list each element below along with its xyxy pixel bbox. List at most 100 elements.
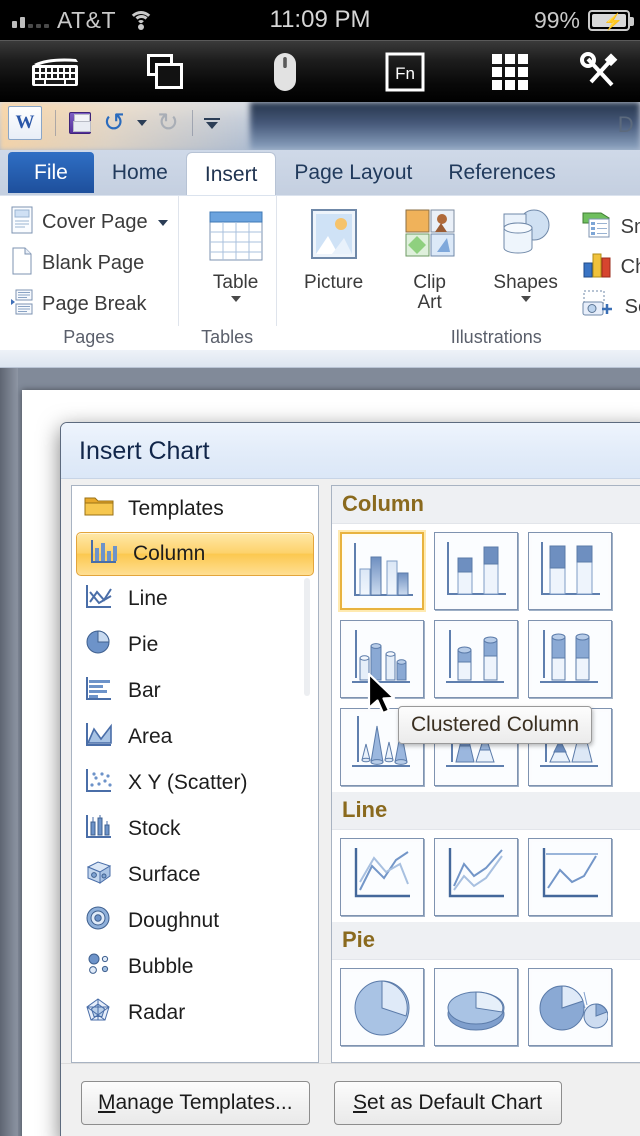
chart-gallery[interactable]: Column Line Pie bbox=[331, 485, 640, 1063]
chart-type-stock[interactable]: Stock bbox=[72, 806, 318, 852]
chart-thumb-100-stacked-line[interactable] bbox=[528, 838, 612, 916]
chart-thumb-stacked-column[interactable] bbox=[434, 532, 518, 610]
line-chart-icon bbox=[84, 583, 114, 615]
chart-type-label: Doughnut bbox=[128, 909, 220, 932]
clip-art-label: Clip Art bbox=[413, 272, 446, 313]
cover-page-label: Cover Page bbox=[42, 211, 148, 233]
gallery-row bbox=[332, 960, 640, 1048]
chart-type-pie[interactable]: Pie bbox=[72, 622, 318, 668]
tools-icon[interactable] bbox=[560, 51, 640, 92]
cover-page-button[interactable]: Cover Page bbox=[10, 202, 168, 243]
set-as-default-chart-button[interactable]: Set as Default Chart bbox=[333, 1080, 562, 1125]
gallery-row bbox=[332, 524, 640, 612]
page-break-label: Page Break bbox=[42, 293, 147, 315]
customize-qat-icon[interactable] bbox=[200, 106, 224, 140]
type-list-scrollbar[interactable] bbox=[304, 578, 310, 696]
chart-thumb-pie-of-pie[interactable] bbox=[528, 968, 612, 1046]
blank-page-icon bbox=[10, 247, 34, 281]
divider bbox=[55, 110, 56, 136]
chart-type-templates[interactable]: Templates bbox=[72, 486, 318, 532]
radar-chart-icon bbox=[84, 997, 114, 1029]
chart-thumb-100-stacked-cylinder[interactable] bbox=[528, 620, 612, 698]
group-label-illustrations: Illustrations bbox=[450, 327, 542, 347]
gallery-heading-line: Line bbox=[332, 792, 640, 830]
chart-label: Chart bbox=[620, 255, 640, 278]
chart-thumb-pie[interactable] bbox=[340, 968, 424, 1046]
tab-page-layout[interactable]: Page Layout bbox=[276, 150, 430, 196]
chevron-down-icon[interactable] bbox=[520, 295, 531, 302]
chart-type-surface[interactable]: Surface bbox=[72, 852, 318, 898]
table-icon bbox=[208, 210, 264, 268]
chart-type-label: Line bbox=[128, 587, 168, 610]
chart-thumb-stacked-line[interactable] bbox=[434, 838, 518, 916]
picture-button[interactable]: Picture bbox=[287, 208, 381, 293]
chart-thumb-100-stacked-column[interactable] bbox=[528, 532, 612, 610]
save-button[interactable] bbox=[63, 106, 97, 140]
gallery-row bbox=[332, 830, 640, 918]
chart-type-label: Area bbox=[128, 725, 173, 748]
chart-type-label: Pie bbox=[128, 633, 159, 656]
picture-label: Picture bbox=[304, 272, 364, 293]
divider-2 bbox=[192, 110, 193, 136]
bubble-chart-icon bbox=[84, 951, 114, 983]
chart-thumb-clustered-column[interactable] bbox=[340, 532, 424, 610]
chart-button[interactable]: Chart bbox=[581, 248, 640, 286]
document-title: D bbox=[617, 112, 634, 137]
chart-type-area[interactable]: Area bbox=[72, 714, 318, 760]
svg-text:Fn: Fn bbox=[395, 64, 415, 83]
stock-chart-icon bbox=[84, 813, 114, 845]
chart-type-column[interactable]: Column bbox=[76, 532, 314, 576]
word-logo-icon: W bbox=[8, 106, 42, 140]
chart-thumb-line[interactable] bbox=[340, 838, 424, 916]
chart-type-doughnut[interactable]: Doughnut bbox=[72, 898, 318, 944]
screenshot-button[interactable]: Screenshot bbox=[581, 288, 640, 326]
table-button[interactable]: Table bbox=[189, 210, 283, 302]
mouse-icon[interactable] bbox=[220, 50, 350, 94]
grid-icon[interactable] bbox=[460, 52, 560, 92]
redo-button[interactable]: ↻ bbox=[151, 106, 185, 140]
bar-chart-icon bbox=[84, 675, 114, 707]
chart-type-list[interactable]: Templates Column Line Pie Bar Area X Y (… bbox=[71, 485, 319, 1063]
quick-access-toolbar: W ↺ ↻ bbox=[8, 106, 224, 140]
clip-art-icon bbox=[402, 208, 458, 268]
picture-icon bbox=[306, 208, 362, 268]
chart-type-line[interactable]: Line bbox=[72, 576, 318, 622]
ribbon-group-tables: Table Tables bbox=[177, 196, 276, 347]
gallery-heading-column: Column bbox=[332, 486, 640, 524]
page-break-button[interactable]: Page Break bbox=[10, 284, 168, 325]
table-label: Table bbox=[212, 272, 259, 293]
windows-switch-icon[interactable] bbox=[110, 52, 220, 92]
undo-dropdown-icon[interactable] bbox=[131, 106, 151, 140]
chart-type-scatter[interactable]: X Y (Scatter) bbox=[72, 760, 318, 806]
chart-type-radar[interactable]: Radar bbox=[72, 990, 318, 1036]
chart-thumb-stacked-cylinder[interactable] bbox=[434, 620, 518, 698]
smartart-button[interactable]: SmartArt bbox=[581, 208, 640, 246]
blank-page-button[interactable]: Blank Page bbox=[10, 243, 168, 284]
keyboard-icon[interactable] bbox=[0, 55, 110, 89]
manage-templates-accel: M bbox=[98, 1090, 116, 1114]
undo-button[interactable]: ↺ bbox=[97, 106, 131, 140]
tab-references[interactable]: References bbox=[430, 150, 573, 196]
chevron-down-icon[interactable] bbox=[157, 219, 168, 226]
ribbon-group-illustrations: Picture Clip Art Shapes S C S Illustrati… bbox=[275, 196, 640, 347]
ribbon-group-pages: Cover Page Blank Page Page Break Pages bbox=[0, 196, 178, 347]
chart-thumb-pie-3d[interactable] bbox=[434, 968, 518, 1046]
tab-home[interactable]: Home bbox=[94, 150, 186, 196]
chart-type-bubble[interactable]: Bubble bbox=[72, 944, 318, 990]
ribbon: Cover Page Blank Page Page Break Pages T… bbox=[0, 195, 640, 350]
shapes-button[interactable]: Shapes bbox=[479, 208, 573, 302]
insert-chart-dialog: Insert Chart Templates Column Line Pie B… bbox=[60, 422, 640, 1136]
word-window: W ↺ ↻ D File Home Insert Page Layout Ref… bbox=[0, 102, 640, 1136]
chart-type-bar[interactable]: Bar bbox=[72, 668, 318, 714]
fn-icon[interactable]: Fn bbox=[350, 52, 460, 92]
clip-art-button[interactable]: Clip Art bbox=[383, 208, 477, 313]
dialog-body: Templates Column Line Pie Bar Area X Y (… bbox=[71, 485, 640, 1063]
screenshot-label: Screenshot bbox=[624, 295, 640, 318]
gallery-heading-pie: Pie bbox=[332, 922, 640, 960]
manage-templates-button[interactable]: Manage Templates... bbox=[81, 1080, 310, 1125]
manage-templates-label: anage Templates... bbox=[115, 1090, 293, 1114]
tab-insert[interactable]: Insert bbox=[185, 152, 277, 196]
tab-file[interactable]: File bbox=[8, 152, 94, 193]
ribbon-tab-bar: File Home Insert Page Layout References bbox=[0, 150, 640, 196]
chevron-down-icon[interactable] bbox=[230, 295, 241, 302]
